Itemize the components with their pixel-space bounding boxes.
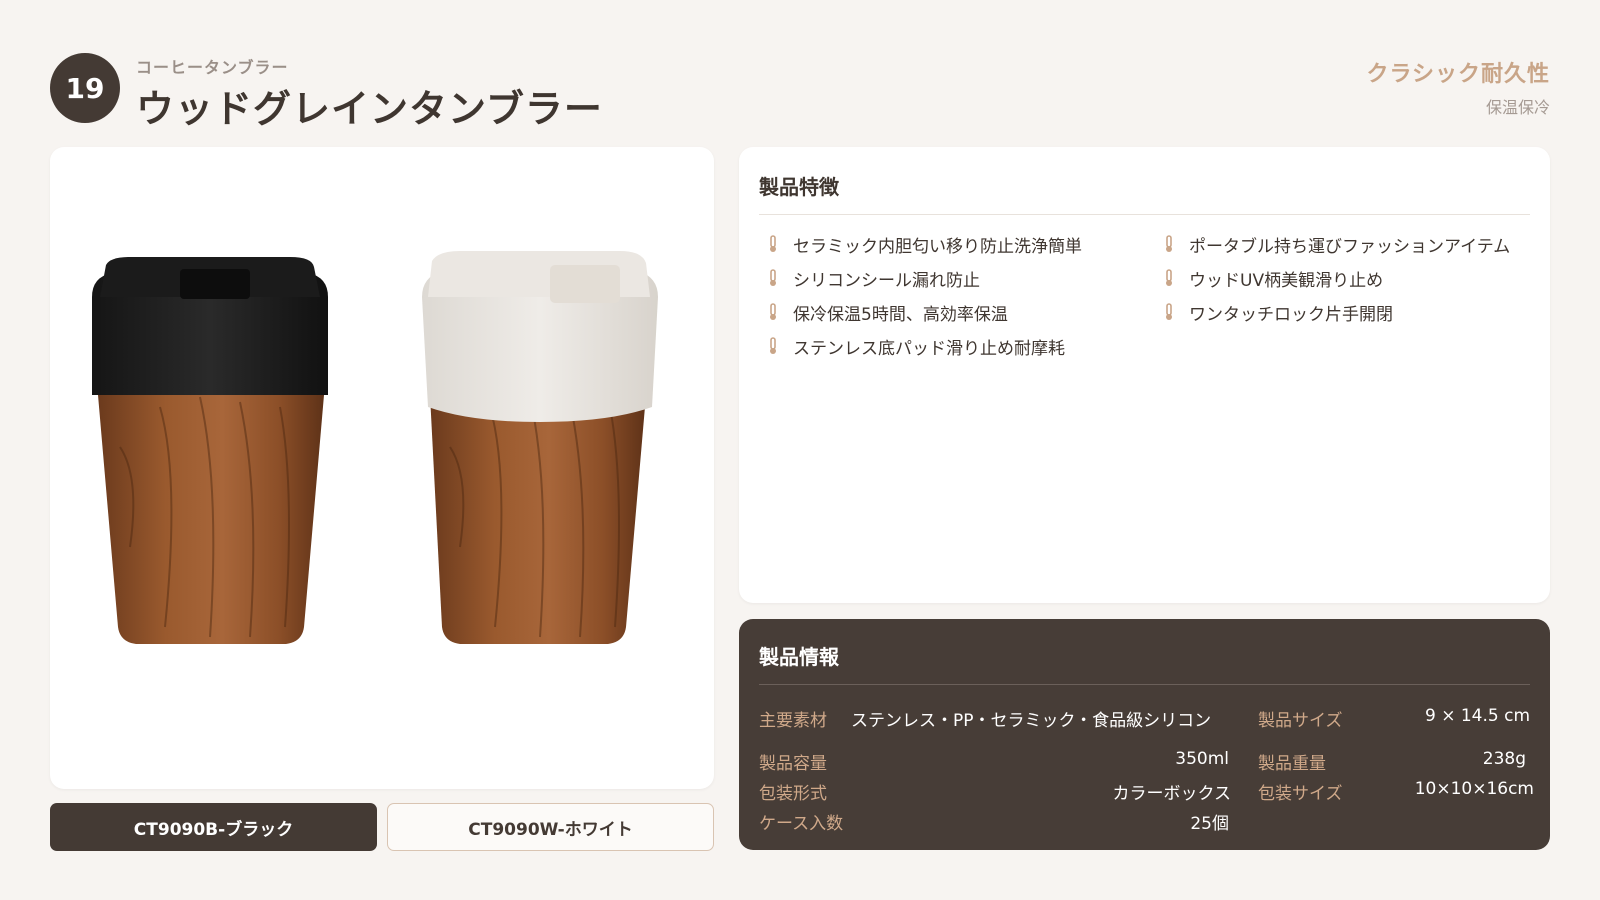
feature-item: ウッドUV柄美観滑り止め: [1155, 267, 1535, 291]
weight-label: 製品重量: [1258, 754, 1326, 774]
page-title: ウッドグレインタンブラー: [136, 87, 603, 131]
feature-item: セラミック内胆匂い移り防止洗浄簡単: [759, 233, 1155, 257]
white-tumbler: [422, 251, 658, 644]
thermometer-icon: [1155, 235, 1183, 253]
weight-value: 238g: [1482, 749, 1526, 769]
feature-label: シリコンシール漏れ防止: [793, 270, 980, 291]
features-list: セラミック内胆匂い移り防止洗浄簡単 ポータブル持ち運びファッションアイテム シリ…: [759, 233, 1530, 359]
feature-label: ウッドUV柄美観滑り止め: [1189, 270, 1384, 291]
feature-item: ワンタッチロック片手開閉: [1155, 301, 1535, 325]
material-value: ステンレス・PP・セラミック・食品級シリコン: [851, 711, 1212, 731]
feature-label: 保冷保温5時間、高効率保温: [793, 304, 1008, 325]
tagline: クラシック耐久性 保温保冷: [1366, 56, 1550, 118]
variant-button-black[interactable]: CT9090B-ブラック: [50, 803, 377, 851]
thermometer-icon: [759, 303, 787, 321]
packaging-value: カラーボックス: [1112, 784, 1232, 804]
product-info-card: 製品情報 主要素材 ステンレス・PP・セラミック・食品級シリコン 製品サイズ 9…: [739, 619, 1550, 850]
black-tumbler: [92, 257, 328, 644]
capacity-value: 350ml: [1175, 749, 1229, 769]
thermometer-icon: [759, 337, 787, 355]
thermometer-icon: [1155, 303, 1183, 321]
product-image-card: [50, 147, 714, 789]
capacity-label: 製品容量: [759, 754, 827, 774]
thermometer-icon: [1155, 269, 1183, 287]
feature-label: セラミック内胆匂い移り防止洗浄簡単: [793, 236, 1082, 257]
variant-button-white[interactable]: CT9090W-ホワイト: [387, 803, 714, 851]
product-number-badge: 19: [50, 53, 120, 123]
feature-item: シリコンシール漏れ防止: [759, 267, 1155, 291]
feature-item: ポータブル持ち運びファッションアイテム: [1155, 233, 1535, 257]
info-title: 製品情報: [759, 641, 1530, 685]
thermometer-icon: [759, 235, 787, 253]
feature-item: 保冷保温5時間、高効率保温: [759, 301, 1155, 325]
feature-label: ポータブル持ち運びファッションアイテム: [1189, 236, 1511, 257]
features-title: 製品特徴: [759, 171, 1530, 215]
packaging-label: 包装形式: [759, 784, 827, 804]
size-value: 9 × 14.5 cm: [1424, 706, 1530, 726]
material-label: 主要素材: [759, 711, 827, 731]
package-size-value: 10×10×16cm: [1414, 779, 1534, 799]
feature-item: ステンレス底パッド滑り止め耐摩耗: [759, 335, 1155, 359]
package-size-label: 包装サイズ: [1258, 784, 1343, 804]
feature-label: ステンレス底パッド滑り止め耐摩耗: [793, 338, 1065, 359]
tagline-main: クラシック耐久性: [1366, 62, 1550, 87]
case-qty-label: ケース入数: [759, 814, 844, 834]
category-subtitle: コーヒータンブラー: [136, 58, 289, 77]
thermometer-icon: [759, 269, 787, 287]
case-qty-value: 25個: [1190, 814, 1229, 834]
feature-label: ワンタッチロック片手開閉: [1189, 304, 1393, 325]
tagline-sub: 保温保冷: [1485, 98, 1550, 117]
product-photo: [92, 251, 658, 644]
features-card: 製品特徴 セラミック内胆匂い移り防止洗浄簡単 ポータブル持ち運びファッションアイ…: [739, 147, 1550, 603]
size-label: 製品サイズ: [1258, 711, 1343, 731]
